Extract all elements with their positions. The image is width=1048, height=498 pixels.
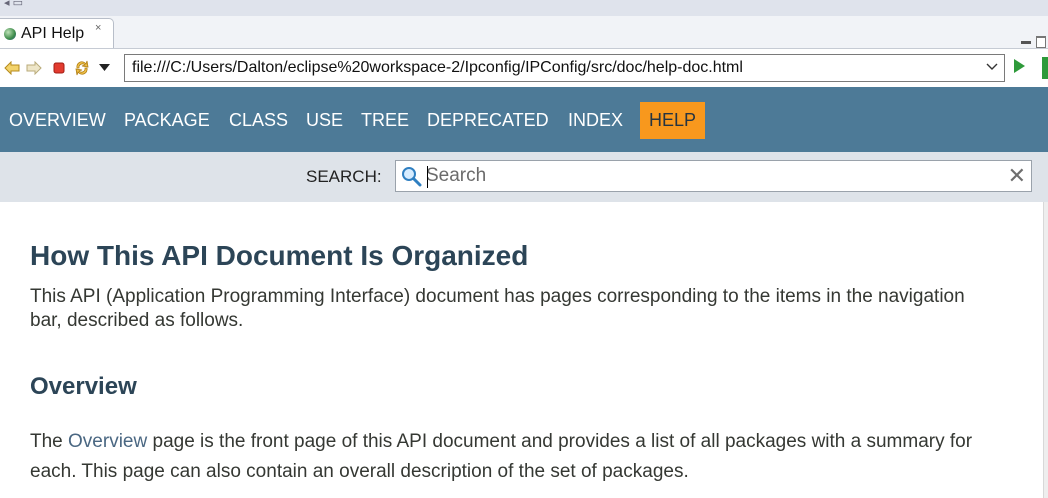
- section-text-rest: page is the front page of this API docum…: [30, 431, 973, 482]
- overview-link[interactable]: Overview: [68, 431, 147, 452]
- search-label: SEARCH:: [306, 167, 382, 186]
- minimize-icon[interactable]: ▬: [1021, 36, 1031, 47]
- sub-nav-bar: SEARCH: ✕: [0, 152, 1048, 202]
- nav-tree[interactable]: TREE: [361, 110, 409, 131]
- close-icon[interactable]: ×: [95, 22, 101, 34]
- search-box[interactable]: ✕: [395, 160, 1032, 192]
- help-content: How This API Document Is Organized This …: [30, 240, 1030, 487]
- search-icon: [402, 167, 422, 187]
- section-text-start: The: [30, 431, 69, 452]
- reset-icon[interactable]: ✕: [1008, 165, 1026, 187]
- nav-class[interactable]: CLASS: [229, 110, 288, 131]
- vertical-scrollbar[interactable]: [1043, 202, 1048, 498]
- search-input[interactable]: [426, 164, 986, 188]
- text-caret: [427, 166, 428, 188]
- window-top-strip: ◂ ▭: [0, 0, 1048, 17]
- refresh-icon[interactable]: [74, 59, 90, 77]
- nav-overview[interactable]: OVERVIEW: [9, 110, 106, 131]
- page-title: How This API Document Is Organized: [30, 240, 529, 271]
- maximize-icon[interactable]: [1036, 36, 1046, 48]
- url-field[interactable]: file:///C:/Users/Dalton/eclipse%20worksp…: [124, 54, 1005, 82]
- tab-api-help[interactable]: API Help ×: [0, 18, 114, 48]
- browser-toolbar: file:///C:/Users/Dalton/eclipse%20worksp…: [0, 49, 1048, 87]
- stop-icon[interactable]: [53, 62, 65, 74]
- globe-icon: [4, 28, 16, 40]
- nav-use[interactable]: USE: [306, 110, 343, 131]
- section-text-overview: The Overview page is the front page of t…: [30, 427, 990, 487]
- url-text[interactable]: file:///C:/Users/Dalton/eclipse%20worksp…: [132, 59, 743, 77]
- editor-tab-bar: API Help × ▬: [0, 16, 1048, 49]
- back-icon[interactable]: [4, 61, 20, 75]
- section-heading-overview: Overview: [30, 373, 137, 400]
- nav-package[interactable]: PACKAGE: [124, 110, 210, 131]
- menu-dropdown-icon[interactable]: [99, 64, 110, 72]
- nav-index[interactable]: INDEX: [568, 110, 623, 131]
- side-indicator: [1042, 57, 1048, 79]
- nav-help-active[interactable]: HELP: [640, 102, 706, 139]
- tab-title: API Help: [21, 25, 85, 42]
- forward-icon[interactable]: [26, 61, 42, 75]
- intro-text: This API (Application Programming Interf…: [30, 286, 965, 331]
- url-dropdown-icon[interactable]: [986, 60, 998, 74]
- nav-deprecated[interactable]: DEPRECATED: [427, 110, 549, 131]
- go-icon[interactable]: [1014, 59, 1025, 73]
- toolbar-fragment-icon: ◂ ▭: [4, 0, 23, 9]
- top-nav-bar: OVERVIEW PACKAGE CLASS USE TREE DEPRECAT…: [0, 87, 1048, 152]
